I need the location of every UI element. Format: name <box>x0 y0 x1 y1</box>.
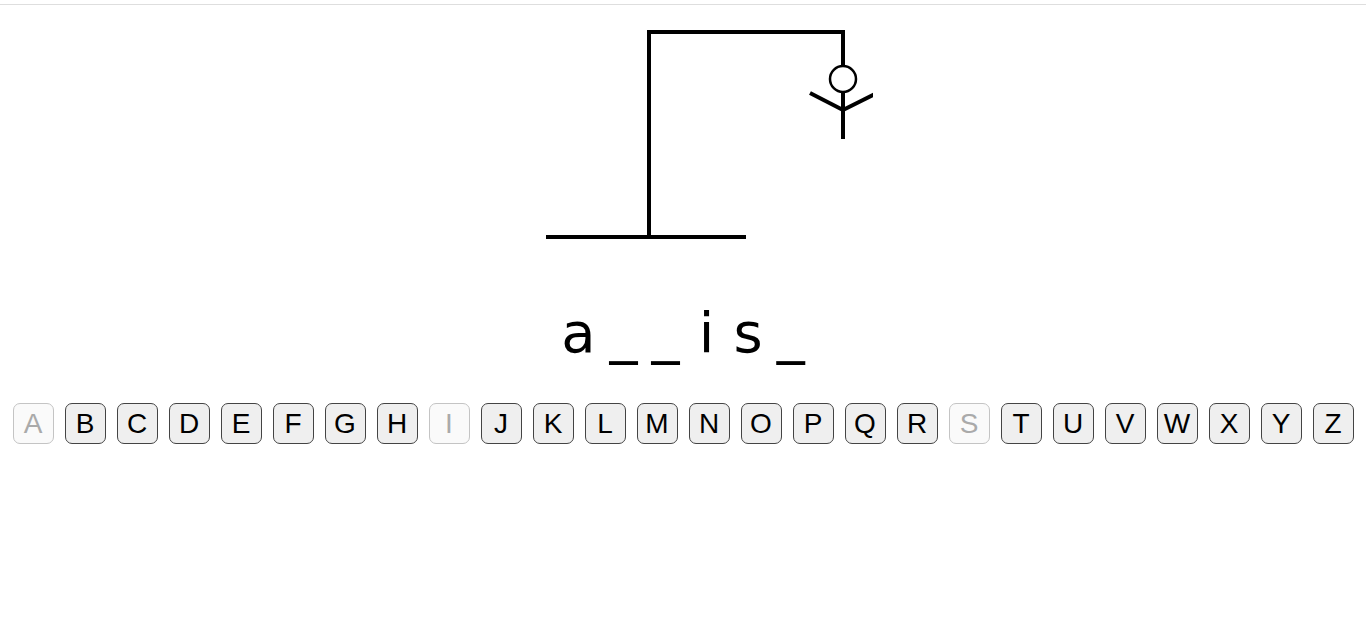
letter-button[interactable]: G <box>325 403 366 444</box>
letter-button[interactable]: J <box>481 403 522 444</box>
hangman-body <box>841 92 845 139</box>
gallows <box>493 5 873 245</box>
gallows-beam <box>647 30 845 34</box>
letter-button[interactable]: Z <box>1313 403 1354 444</box>
letter-button[interactable]: T <box>1001 403 1042 444</box>
game-area: a__is_ABCDEFGHIJKLMNOPQRSTUVWXYZ <box>0 5 1366 444</box>
top-divider <box>0 0 1366 5</box>
word-display: a__is_ <box>561 297 805 369</box>
gallows-pole <box>647 30 651 237</box>
letter-button[interactable]: O <box>741 403 782 444</box>
letter-button: A <box>13 403 54 444</box>
letter-button[interactable]: Q <box>845 403 886 444</box>
letter-button[interactable]: W <box>1157 403 1198 444</box>
word-slot: a <box>561 305 595 361</box>
letter-button[interactable]: V <box>1105 403 1146 444</box>
letter-button: I <box>429 403 470 444</box>
letter-button[interactable]: E <box>221 403 262 444</box>
gallows-rope <box>841 30 845 66</box>
letter-button[interactable]: F <box>273 403 314 444</box>
word-slot: s <box>734 305 763 361</box>
letter-button[interactable]: H <box>377 403 418 444</box>
letter-button[interactable]: P <box>793 403 834 444</box>
letter-button[interactable]: B <box>65 403 106 444</box>
hangman-left-arm <box>810 93 843 110</box>
letter-button[interactable]: U <box>1053 403 1094 444</box>
word-slot: _ <box>777 305 805 361</box>
letter-button[interactable]: N <box>689 403 730 444</box>
hangman-head <box>830 66 856 92</box>
letter-button[interactable]: D <box>169 403 210 444</box>
letter-button[interactable]: K <box>533 403 574 444</box>
hangman-right-arm <box>843 93 873 110</box>
gallows-base <box>546 235 746 239</box>
letter-button[interactable]: X <box>1209 403 1250 444</box>
letter-button[interactable]: L <box>585 403 626 444</box>
letter-button[interactable]: Y <box>1261 403 1302 444</box>
letter-button: S <box>949 403 990 444</box>
letter-keyboard: ABCDEFGHIJKLMNOPQRSTUVWXYZ <box>13 403 1354 444</box>
letter-button[interactable]: R <box>897 403 938 444</box>
word-slot: _ <box>610 305 638 361</box>
word-slot: _ <box>652 305 680 361</box>
letter-button[interactable]: C <box>117 403 158 444</box>
letter-button[interactable]: M <box>637 403 678 444</box>
word-slot: i <box>694 305 720 361</box>
